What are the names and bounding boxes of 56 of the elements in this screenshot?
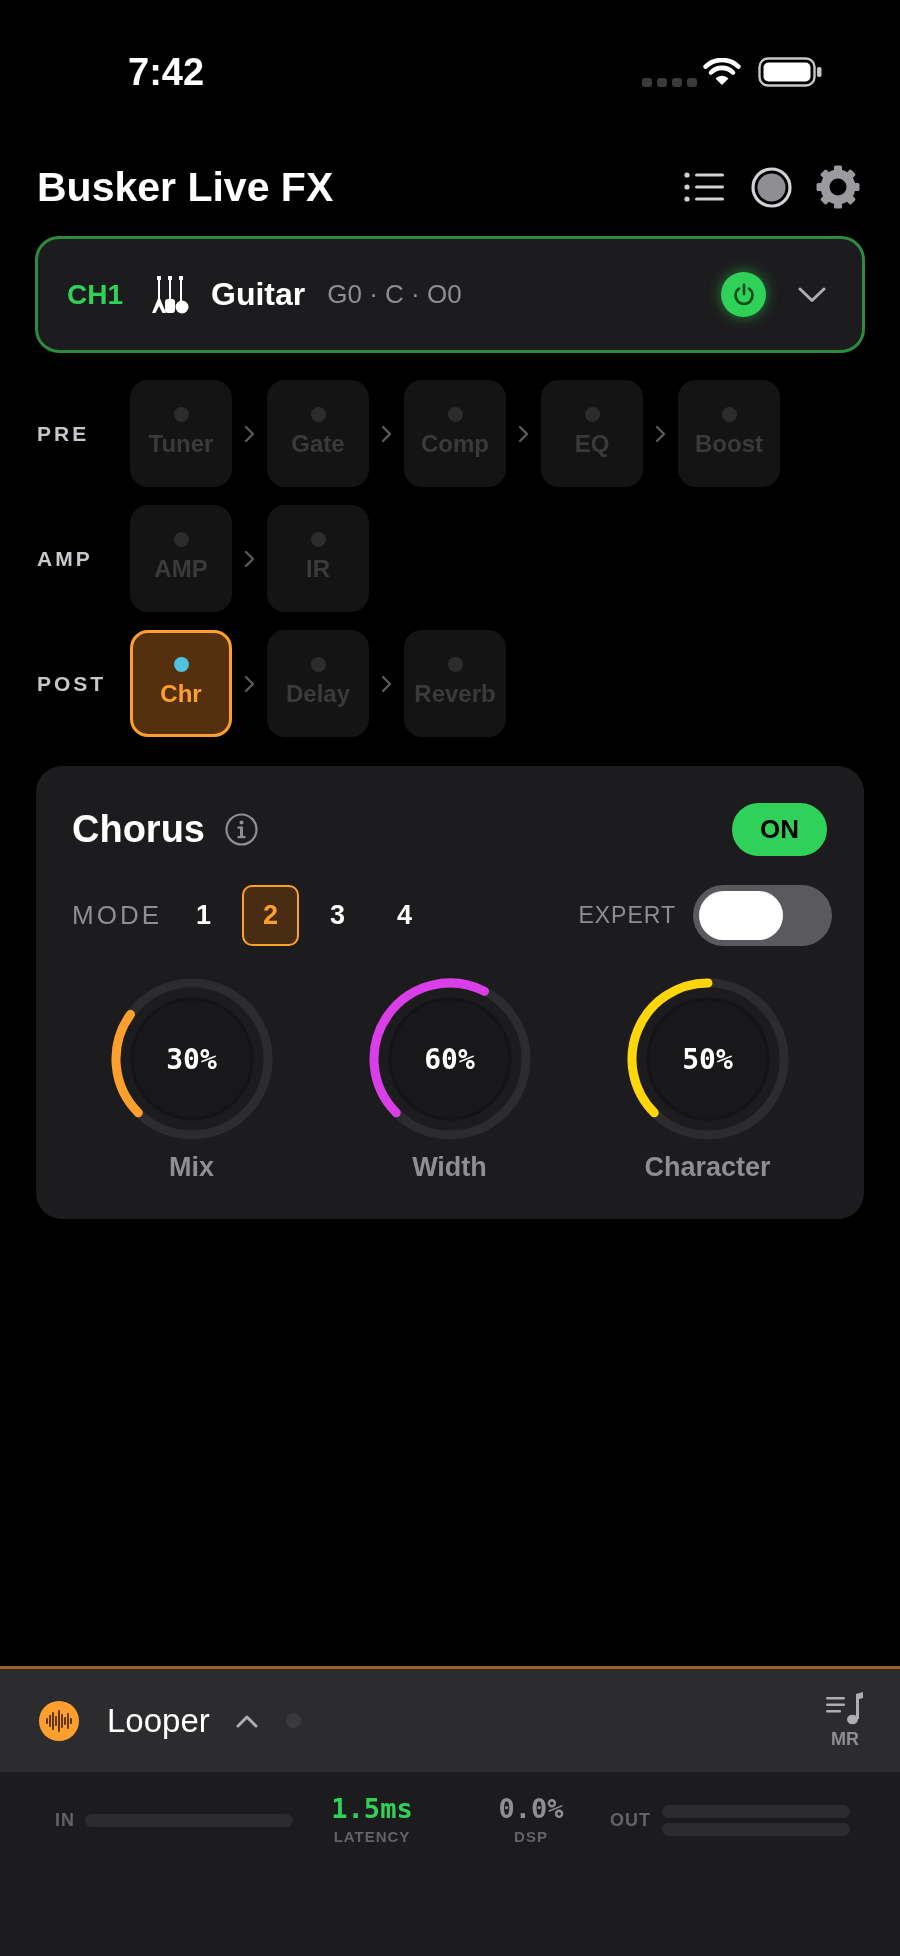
record-icon[interactable] bbox=[751, 166, 792, 208]
mode-button[interactable]: 1 bbox=[175, 885, 232, 946]
channel-number: CH1 bbox=[67, 278, 123, 311]
knob-label: Width bbox=[412, 1151, 487, 1183]
expert-label: EXPERT bbox=[578, 902, 676, 929]
signal-icon bbox=[642, 77, 697, 87]
effect-on-button[interactable]: ON bbox=[732, 802, 827, 856]
mode-label: MODE bbox=[72, 900, 162, 931]
dsp-label: DSP bbox=[514, 1828, 548, 1846]
power-button[interactable] bbox=[721, 272, 766, 317]
waveform-icon bbox=[39, 1700, 79, 1741]
looper-bar[interactable]: Looper MR bbox=[0, 1666, 900, 1772]
chevron-down-icon[interactable] bbox=[798, 286, 826, 303]
guitars-icon bbox=[150, 274, 190, 315]
chevron-right-icon bbox=[655, 424, 666, 443]
chevron-right-icon bbox=[518, 424, 529, 443]
mr-button[interactable]: MR bbox=[826, 1692, 864, 1749]
looper-title: Looper bbox=[107, 1701, 210, 1740]
info-icon[interactable] bbox=[225, 812, 258, 846]
knob-value: 50% bbox=[682, 1042, 733, 1076]
settings-icon[interactable] bbox=[816, 165, 860, 209]
effect-title: Chorus bbox=[72, 807, 205, 851]
channel-name: Guitar bbox=[211, 276, 306, 313]
music-list-icon bbox=[826, 1692, 864, 1726]
chain-section-label: POST bbox=[37, 671, 108, 696]
knob-dial[interactable] bbox=[109, 977, 274, 1141]
dsp-value: 0.0% bbox=[498, 1794, 564, 1824]
output-label: OUT bbox=[610, 1809, 651, 1831]
knob-label: Mix bbox=[169, 1151, 214, 1183]
wifi-icon bbox=[703, 58, 741, 86]
latency-label: LATENCY bbox=[333, 1828, 411, 1846]
chevron-up-icon[interactable] bbox=[235, 1713, 258, 1728]
chevron-right-icon bbox=[244, 549, 255, 568]
input-label: IN bbox=[55, 1809, 75, 1831]
mode-button[interactable]: 2 bbox=[242, 885, 299, 946]
chain-section-label: PRE bbox=[37, 421, 91, 446]
knob-dial[interactable] bbox=[625, 977, 790, 1141]
latency-value: 1.5ms bbox=[331, 1794, 413, 1824]
list-icon[interactable] bbox=[684, 171, 724, 203]
chevron-right-icon bbox=[381, 424, 392, 443]
knob-label: Character bbox=[644, 1151, 771, 1183]
knob-value: 30% bbox=[166, 1042, 217, 1076]
chevron-right-icon bbox=[244, 424, 255, 443]
mode-button[interactable]: 4 bbox=[376, 885, 433, 946]
knob-value: 60% bbox=[424, 1042, 475, 1076]
battery-icon bbox=[758, 57, 822, 87]
chevron-right-icon bbox=[244, 674, 255, 693]
effect-block[interactable]: Chr bbox=[130, 630, 232, 737]
power-icon bbox=[732, 283, 755, 306]
chain-section-label: AMP bbox=[37, 546, 94, 571]
mode-button[interactable]: 3 bbox=[309, 885, 366, 946]
status-time: 7:42 bbox=[128, 50, 205, 94]
channel-routing: G0 · C · O0 bbox=[327, 279, 462, 310]
chevron-right-icon bbox=[381, 674, 392, 693]
channel-selector[interactable]: CH1 Guitar G0 · C · O0 bbox=[35, 236, 865, 353]
app-title: Busker Live FX bbox=[37, 163, 335, 211]
